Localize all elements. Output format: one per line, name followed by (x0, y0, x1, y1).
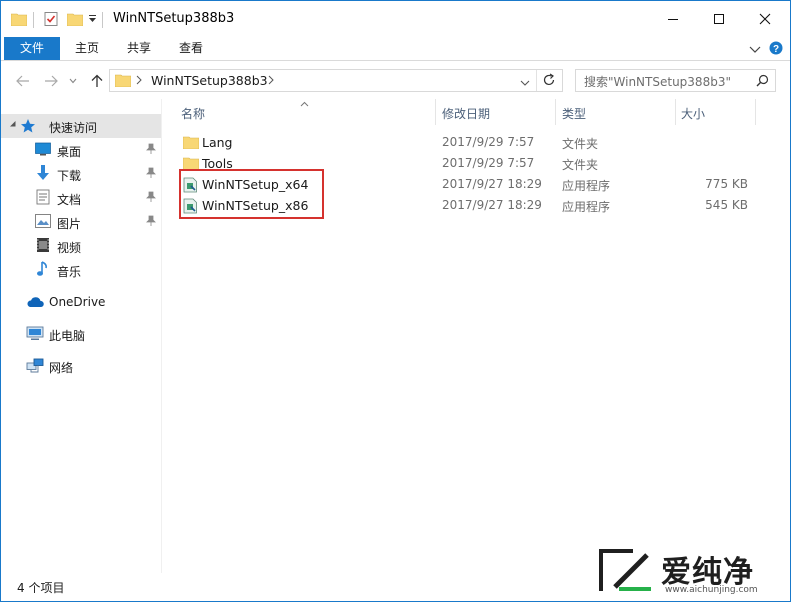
nav-label: 下载 (57, 169, 82, 183)
file-date: 2017/9/27 18:29 (442, 177, 542, 191)
download-icon (36, 165, 50, 184)
file-list: 名称 修改日期 类型 大小 Lang 2017/9/29 7:57 文件夹 To… (162, 99, 790, 573)
new-folder-icon[interactable] (67, 1, 83, 37)
nav-item-downloads[interactable]: 下载 (1, 162, 161, 186)
title-bar: WinNTSetup388b3 (1, 1, 790, 37)
list-item[interactable]: Lang 2017/9/29 7:57 文件夹 (162, 132, 790, 153)
window-title: WinNTSetup388b3 (113, 11, 235, 26)
nav-item-documents[interactable]: 文档 (1, 186, 161, 210)
file-size: 545 KB (705, 198, 748, 212)
properties-icon[interactable] (43, 1, 59, 37)
explorer-window: WinNTSetup388b3 文件 主页 共享 查看 ? WinNTSetup… (0, 0, 791, 602)
column-header-size[interactable]: 大小 (681, 105, 705, 122)
annotation-highlight-box (179, 169, 324, 219)
nav-label: 此电脑 (49, 329, 86, 343)
maximize-button[interactable] (696, 1, 742, 37)
tab-file[interactable]: 文件 (4, 37, 60, 60)
address-bar[interactable]: WinNTSetup388b3 (109, 69, 563, 92)
folder-icon (11, 1, 27, 37)
nav-label: 桌面 (57, 145, 82, 159)
file-date: 2017/9/29 7:57 (442, 156, 535, 170)
nav-item-quick-access[interactable]: 快速访问 (1, 114, 161, 138)
navigation-pane: 快速访问 桌面 下载 文档 图片 视频 音乐 OneDrive 此电脑 网络 (1, 99, 161, 573)
file-date: 2017/9/27 18:29 (442, 198, 542, 212)
tab-view[interactable]: 查看 (167, 37, 215, 60)
cloud-icon (26, 296, 44, 311)
search-icon[interactable] (756, 74, 769, 90)
search-placeholder: 搜索"WinNTSetup388b3" (584, 75, 731, 89)
refresh-icon[interactable] (542, 73, 556, 90)
folder-icon (114, 73, 132, 90)
item-count: 4 个项目 (17, 581, 65, 595)
file-date: 2017/9/29 7:57 (442, 135, 535, 149)
picture-icon (35, 214, 51, 231)
nav-item-music[interactable]: 音乐 (1, 258, 161, 282)
nav-label: OneDrive (49, 295, 106, 309)
column-header-name[interactable]: 名称 (181, 105, 205, 122)
watermark-url: www.aichunjing.com (665, 585, 758, 595)
network-icon (26, 358, 44, 376)
chevron-right-icon[interactable] (268, 74, 274, 88)
search-input[interactable]: 搜索"WinNTSetup388b3" (575, 69, 776, 92)
up-button[interactable] (87, 71, 107, 91)
nav-item-desktop[interactable]: 桌面 (1, 138, 161, 162)
chevron-right-icon[interactable] (136, 74, 142, 88)
file-type: 文件夹 (562, 158, 599, 172)
file-name: Lang (202, 135, 233, 150)
star-icon (20, 118, 36, 137)
document-icon (36, 189, 50, 208)
nav-label: 快速访问 (49, 121, 98, 135)
navigation-bar: WinNTSetup388b3 搜索"WinNTSetup388b3" (1, 61, 790, 99)
file-type: 应用程序 (562, 200, 611, 214)
pin-icon[interactable] (146, 143, 156, 158)
file-type: 应用程序 (562, 179, 611, 193)
nav-label: 图片 (57, 217, 82, 231)
svg-text:?: ? (773, 44, 779, 55)
tab-home[interactable]: 主页 (63, 37, 111, 60)
forward-button[interactable] (41, 71, 61, 91)
sort-ascending-icon (300, 96, 309, 110)
minimize-button[interactable] (650, 1, 696, 37)
file-size: 775 KB (705, 177, 748, 191)
column-header-date[interactable]: 修改日期 (442, 105, 490, 122)
address-dropdown-icon[interactable] (520, 76, 530, 90)
music-icon (36, 261, 50, 280)
recent-locations-button[interactable] (63, 71, 83, 91)
back-button[interactable] (13, 71, 33, 91)
logo-icon (597, 545, 655, 598)
chevron-down-icon[interactable] (9, 117, 17, 131)
nav-item-this-pc[interactable]: 此电脑 (1, 322, 161, 346)
video-icon (36, 237, 50, 256)
nav-item-videos[interactable]: 视频 (1, 234, 161, 258)
nav-item-network[interactable]: 网络 (1, 354, 161, 378)
computer-icon (26, 326, 44, 344)
desktop-icon (35, 142, 51, 160)
file-type: 文件夹 (562, 137, 599, 151)
nav-label: 文档 (57, 193, 82, 207)
tab-share[interactable]: 共享 (115, 37, 163, 60)
close-button[interactable] (742, 1, 788, 37)
folder-icon (182, 135, 200, 152)
pin-icon[interactable] (146, 191, 156, 206)
customize-toolbar-icon[interactable] (88, 1, 97, 37)
pin-icon[interactable] (146, 215, 156, 230)
nav-label: 网络 (49, 361, 74, 375)
nav-label: 视频 (57, 241, 82, 255)
watermark: 爱纯净 www.aichunjing.com (591, 541, 790, 601)
column-header-type[interactable]: 类型 (562, 105, 586, 122)
expand-ribbon-icon[interactable] (749, 43, 761, 57)
ribbon-tabs: 文件 主页 共享 查看 ? (1, 37, 790, 61)
help-icon[interactable]: ? (769, 41, 783, 58)
nav-label: 音乐 (57, 265, 82, 279)
nav-item-onedrive[interactable]: OneDrive (1, 290, 161, 314)
nav-item-pictures[interactable]: 图片 (1, 210, 161, 234)
pin-icon[interactable] (146, 167, 156, 182)
breadcrumb-segment[interactable]: WinNTSetup388b3 (151, 73, 268, 88)
